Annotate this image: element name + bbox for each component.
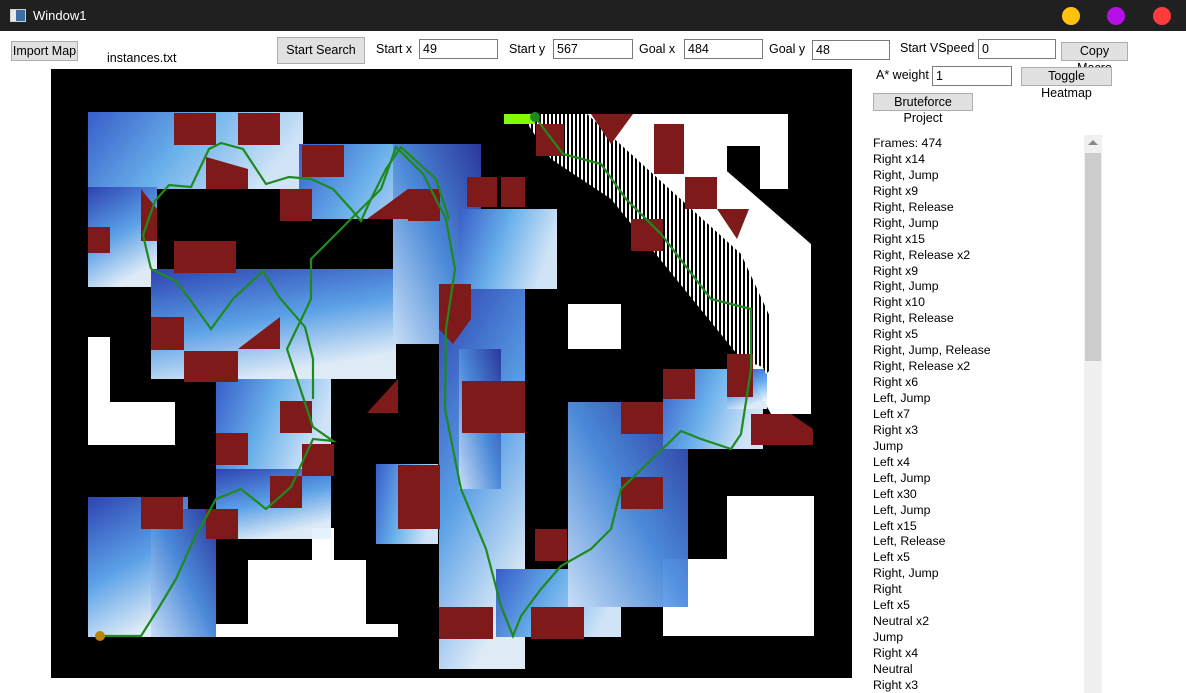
start-marker [95, 631, 105, 641]
bruteforce-project-button[interactable]: Bruteforce Project [873, 93, 973, 125]
log-item: Right x5 [873, 327, 919, 342]
log-item: Right, Jump [873, 279, 939, 294]
log-item: Right x14 [873, 151, 925, 166]
maximize-button[interactable] [1107, 7, 1125, 25]
goal-point-marker [530, 112, 540, 122]
log-item: Neutral [873, 661, 913, 676]
log-item: Right x4 [873, 646, 919, 660]
log-item: Right x3 [873, 677, 919, 692]
log-item: Frames: 474 [873, 136, 943, 150]
log-item: Right x6 [873, 375, 919, 390]
start-vspeed-label: Start VSpeed [900, 41, 975, 55]
log-item: Right, Jump [873, 566, 939, 581]
log-item: Right x9 [873, 263, 919, 278]
log-item: Left x7 [873, 406, 910, 421]
log-item: Right, Release [873, 311, 954, 326]
log-item: Neutral x2 [873, 614, 930, 629]
log-item: Left, Release [873, 534, 946, 549]
app-icon [10, 9, 26, 22]
log-item: Left, Jump [873, 470, 931, 485]
toggle-heatmap-button[interactable]: Toggle Heatmap [1021, 67, 1112, 100]
start-search-button[interactable]: Start Search [277, 37, 365, 64]
file-name-label: instances.txt [107, 51, 177, 65]
log-item: Right, Jump [873, 167, 939, 182]
astar-weight-label: A* weight [876, 68, 929, 82]
log-item: Right, Jump [873, 215, 939, 230]
log-item: Left x5 [873, 550, 910, 565]
goal-x-input[interactable] [684, 39, 763, 59]
goal-y-label: Goal y [769, 42, 806, 56]
minimize-button[interactable] [1062, 7, 1080, 25]
log-item: Right x3 [873, 422, 919, 437]
log-item: Jump [873, 438, 904, 453]
start-y-label: Start y [509, 42, 546, 56]
log-item: Right, Release x2 [873, 247, 971, 262]
scroll-up-icon[interactable] [1088, 140, 1098, 145]
copy-macro-button[interactable]: Copy Macro [1061, 42, 1128, 75]
log-scrollbar[interactable] [1084, 135, 1102, 693]
log-item: Left, Jump [873, 502, 931, 517]
log-item: Jump [873, 630, 904, 645]
log-item: Right, Release [873, 199, 954, 214]
start-x-label: Start x [376, 42, 413, 56]
close-button[interactable] [1153, 7, 1171, 25]
import-map-button[interactable]: Import Map [11, 41, 78, 61]
log-item: Right x15 [873, 231, 925, 246]
log-item: Left, Jump [873, 391, 931, 405]
log-item: Right, Release x2 [873, 359, 971, 374]
log-item: Right x10 [873, 295, 925, 310]
log-item: Right, Jump, Release [873, 343, 991, 358]
window-client: Import Map instances.txt Start Search St… [0, 31, 1186, 693]
scroll-thumb[interactable] [1085, 153, 1101, 361]
window-title: Window1 [33, 8, 87, 23]
astar-weight-input[interactable] [932, 66, 1012, 86]
log-item: Left x4 [873, 454, 910, 469]
log-item: Left x15 [873, 518, 917, 533]
title-bar: Window1 [0, 0, 1186, 31]
start-x-input[interactable] [419, 39, 498, 59]
goal-y-input[interactable] [812, 40, 890, 60]
goal-x-label: Goal x [639, 42, 676, 56]
log-item: Right [873, 582, 902, 597]
map-canvas[interactable] [51, 69, 852, 678]
log-item: Right x9 [873, 183, 919, 198]
start-vspeed-input[interactable] [978, 39, 1056, 59]
log-item: Left x30 [873, 486, 917, 501]
start-y-input[interactable] [553, 39, 633, 59]
log-item: Left x5 [873, 598, 910, 613]
action-log-list[interactable]: Frames: 474 Right x14 Right, Jump Right x9 R… [873, 135, 1083, 693]
